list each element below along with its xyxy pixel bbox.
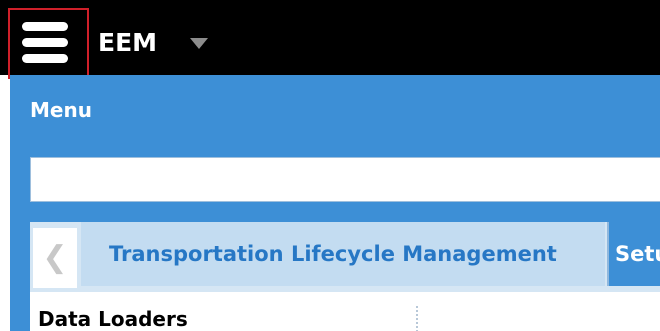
menu-content: Data Loaders xyxy=(30,292,660,331)
tab-transportation-lifecycle-management[interactable]: Transportation Lifecycle Management xyxy=(81,222,605,286)
hamburger-bar xyxy=(22,22,68,31)
tab-strip: ❮ Transportation Lifecycle Management Se… xyxy=(30,222,660,292)
hamburger-menu-icon[interactable] xyxy=(8,8,89,79)
menu-search-input[interactable] xyxy=(30,157,660,202)
caret-down-icon[interactable] xyxy=(190,38,208,49)
top-bar: EEM xyxy=(0,0,660,79)
app-title[interactable]: EEM xyxy=(98,27,157,59)
menu-panel: Menu ❮ Transportation Lifecycle Manageme… xyxy=(10,75,660,331)
menu-title: Menu xyxy=(30,98,92,122)
hamburger-bar xyxy=(22,54,68,63)
chevron-left-icon[interactable]: ❮ xyxy=(33,228,77,288)
tab-setup[interactable]: Setu xyxy=(609,222,660,286)
section-heading-data-loaders: Data Loaders xyxy=(38,307,188,331)
hamburger-bar xyxy=(22,38,68,47)
column-divider xyxy=(416,306,418,331)
